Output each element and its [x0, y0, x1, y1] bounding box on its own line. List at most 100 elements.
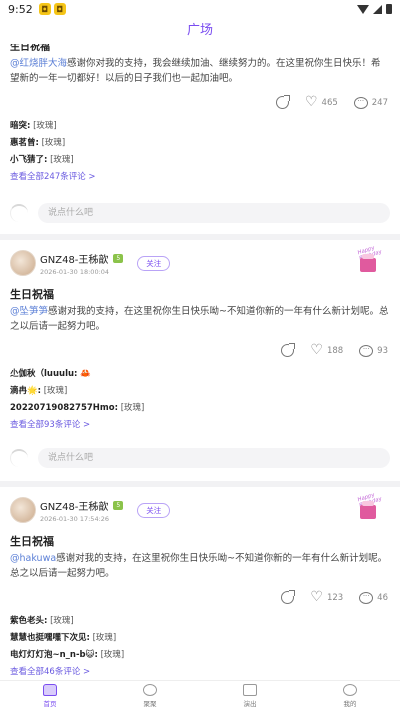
level-badge: 5: [113, 253, 124, 263]
nav-label: 聚聚: [143, 700, 157, 708]
mention-link[interactable]: @红烧胖大海: [10, 58, 67, 69]
comment-text: [玫瑰]: [50, 616, 74, 626]
mention-link[interactable]: @坠笋笋: [10, 306, 48, 317]
comment-button[interactable]: ··· 247: [353, 96, 388, 109]
author-avatar[interactable]: [10, 250, 36, 276]
post-card[interactable]: GNZ48-王秭歆 5 2026-01-30 18:00:04 关注 Happy…: [0, 240, 400, 490]
tv-icon: [243, 684, 257, 696]
status-icons: [357, 4, 392, 14]
post-header: GNZ48-王秭歆 5 2026-01-30 17:54:26 关注: [10, 497, 171, 523]
status-bar: 9:52 ◘ ◘: [0, 0, 400, 18]
post-time: 2026-01-30 18:00:04: [40, 267, 110, 276]
post-text: 感谢对我的支持，在这里祝你生日快乐呦~不知道你新的一年有什么新计划呢。总之以后请…: [10, 306, 389, 332]
comment-count: 46: [377, 592, 388, 603]
feed[interactable]: 生日祝福 @红烧胖大海感谢你对我的支持，我会继续加油、继续努力的。在这里祝你生日…: [0, 44, 400, 680]
comment-user[interactable]: 惠茗曾:: [10, 138, 39, 148]
comment-list: 暗突: [玫瑰] 惠茗曾: [玫瑰] 小飞猜了: [玫瑰] 查看全部247条评论…: [10, 118, 96, 186]
nav-shows[interactable]: 演出: [200, 681, 300, 711]
birthday-sticker: Happy Birthday: [352, 492, 386, 527]
page-title: 广场: [186, 23, 213, 38]
author-info: GNZ48-王秭歆 5 2026-01-30 17:54:26: [40, 498, 124, 523]
comment-user[interactable]: 紫色老头:: [10, 616, 47, 626]
heart-icon: ♡: [310, 342, 323, 358]
comment-button[interactable]: ··· 46: [359, 591, 388, 604]
comment-input[interactable]: 说点什么吧: [38, 448, 390, 468]
like-count: 123: [326, 592, 344, 603]
author-avatar[interactable]: [10, 497, 36, 523]
post-actions: ♡ 465 ··· 247: [275, 95, 388, 109]
comment-text: 🦀: [80, 369, 91, 379]
comment-item[interactable]: 暗突: [玫瑰]: [10, 118, 96, 135]
comment-count: 93: [377, 345, 388, 356]
nav-me[interactable]: 我的: [300, 681, 400, 711]
view-all-comments-link[interactable]: 查看全部46条评论 >: [10, 664, 124, 680]
user-avatar: [10, 204, 28, 222]
share-button[interactable]: [275, 95, 290, 109]
cake-icon: [360, 254, 376, 272]
comment-input[interactable]: 说点什么吧: [38, 203, 390, 223]
level-badge: 5: [113, 500, 124, 510]
author-name[interactable]: GNZ48-王秭歆: [40, 498, 108, 513]
post-body: @坠笋笋感谢对我的支持，在这里祝你生日快乐呦~不知道你新的一年有什么新计划呢。总…: [0, 304, 400, 334]
comment-text: [玫瑰]: [43, 386, 68, 396]
comment-user[interactable]: 暗突:: [10, 121, 30, 131]
comment-user[interactable]: 慧慧也挺嘿嘿下次见:: [10, 633, 90, 643]
view-all-comments-link[interactable]: 查看全部247条评论 >: [10, 169, 96, 186]
comment-text: [玫瑰]: [92, 633, 117, 643]
comment-text: [玫瑰]: [41, 138, 66, 148]
battery-icon: [386, 4, 392, 14]
view-all-comments-link[interactable]: 查看全部93条评论 >: [10, 417, 144, 434]
status-time: 9:52: [8, 2, 33, 16]
nav-gather[interactable]: 聚聚: [100, 681, 200, 711]
follow-button[interactable]: 关注: [137, 502, 171, 518]
post-title: 生日祝福: [10, 288, 54, 301]
post-body: @红烧胖大海感谢你对我的支持，我会继续加油、继续努力的。在这里祝你生日快乐！希望…: [0, 56, 400, 86]
like-button[interactable]: ♡ 123: [310, 590, 344, 604]
notification-app-icon: ◘: [38, 3, 51, 15]
like-button[interactable]: ♡ 465: [305, 95, 338, 109]
post-card[interactable]: 生日祝福 @红烧胖大海感谢你对我的支持，我会继续加油、继续努力的。在这里祝你生日…: [0, 44, 400, 240]
comment-list: 紫色老头: [玫瑰] 慧慧也挺嘿嘿下次见: [玫瑰] 电灯灯灯泡~n_n-b😺:…: [10, 613, 124, 680]
comment-item[interactable]: 小飞猜了: [玫瑰]: [10, 152, 96, 169]
post-title: 生日祝福: [10, 44, 50, 53]
comment-item[interactable]: 20220719082757Hmo: [玫瑰]: [10, 400, 144, 417]
comment-item[interactable]: 紫色老头: [玫瑰]: [10, 613, 124, 630]
comment-user[interactable]: 20220719082757Hmo:: [10, 403, 118, 413]
comment-item[interactable]: 慧慧也挺嘿嘿下次见: [玫瑰]: [10, 630, 124, 647]
share-button[interactable]: [281, 590, 296, 604]
comment-user[interactable]: 尐伽秋（luuulu:: [10, 369, 77, 379]
post-body: @hakuwa感谢对我的支持，在这里祝你生日快乐呦~不知道你新的一年有什么新计划…: [0, 551, 400, 581]
comment-item[interactable]: 电灯灯灯泡~n_n-b😺: [玫瑰]: [10, 647, 124, 664]
share-button[interactable]: [281, 343, 296, 357]
nav-home[interactable]: 首页: [0, 681, 100, 711]
comment-item[interactable]: 惠茗曾: [玫瑰]: [10, 135, 96, 152]
like-button[interactable]: ♡ 188: [310, 342, 343, 358]
post-card[interactable]: GNZ48-王秭歆 5 2026-01-30 17:54:26 关注 Happy…: [0, 487, 400, 680]
follow-button[interactable]: 关注: [137, 255, 171, 271]
post-actions: ♡ 123 ··· 46: [281, 590, 388, 604]
comment-text: [玫瑰]: [33, 121, 57, 131]
author-name[interactable]: GNZ48-王秭歆: [40, 251, 108, 266]
post-text: 感谢对我的支持，在这里祝你生日快乐呦~不知道你新的一年有什么新计划呢。总之以后请…: [10, 553, 388, 579]
mention-link[interactable]: @hakuwa: [10, 553, 56, 564]
comment-button[interactable]: ··· 93: [359, 344, 388, 357]
share-icon: [281, 343, 296, 357]
nav-label: 我的: [343, 700, 357, 708]
nav-label: 首页: [43, 700, 57, 708]
comment-item[interactable]: 尐伽秋（luuulu: 🦀: [10, 366, 144, 383]
comment-user[interactable]: 小飞猜了:: [10, 155, 47, 165]
bottom-nav: 首页 聚聚 演出 我的: [0, 680, 400, 711]
share-icon: [275, 95, 290, 109]
post-title: 生日祝福: [10, 535, 54, 548]
comment-count: 247: [371, 97, 388, 108]
planet-icon: [143, 684, 157, 696]
share-icon: [281, 590, 296, 604]
comment-user[interactable]: 电灯灯灯泡~n_n-b😺:: [10, 650, 98, 660]
home-icon: [43, 684, 57, 696]
cake-icon: [360, 501, 376, 519]
comment-input-row: 说点什么吧: [10, 448, 390, 468]
user-avatar: [10, 449, 28, 467]
comment-user[interactable]: 滴冉🌟:: [10, 386, 41, 396]
comment-input-row: 说点什么吧: [10, 203, 390, 223]
comment-item[interactable]: 滴冉🌟: [玫瑰]: [10, 383, 144, 400]
